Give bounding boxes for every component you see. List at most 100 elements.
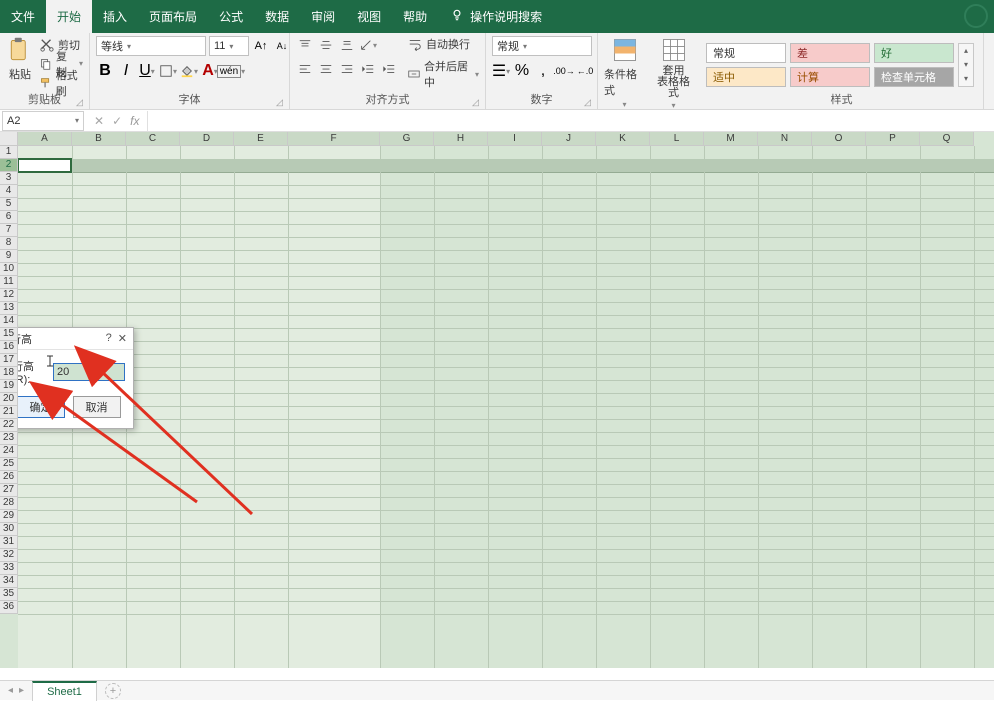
cancel-button[interactable]: 取消 xyxy=(73,396,121,418)
comma-button[interactable]: , xyxy=(534,62,552,80)
column-header-E[interactable]: E xyxy=(234,132,288,146)
ok-button[interactable]: 确定 xyxy=(17,396,65,418)
row-header-17[interactable]: 17 xyxy=(0,354,18,367)
sheet-nav-next[interactable]: ▸ xyxy=(19,685,24,696)
row-header-12[interactable]: 12 xyxy=(0,289,18,302)
row-header-10[interactable]: 10 xyxy=(0,263,18,276)
align-left-button[interactable] xyxy=(296,60,314,78)
row-header-34[interactable]: 34 xyxy=(0,575,18,588)
column-header-Q[interactable]: Q xyxy=(920,132,974,146)
cancel-formula-button[interactable]: ✕ xyxy=(94,114,104,128)
merge-center-button[interactable]: 合并后居中 ▾ xyxy=(408,58,479,90)
row-header-27[interactable]: 27 xyxy=(0,484,18,497)
row-header-24[interactable]: 24 xyxy=(0,445,18,458)
tab-formula[interactable]: 公式 xyxy=(208,0,254,33)
wrap-text-button[interactable]: 自动换行 xyxy=(408,36,479,52)
accounting-format-button[interactable]: ☰▾ xyxy=(492,62,510,80)
row-header-13[interactable]: 13 xyxy=(0,302,18,315)
column-header-I[interactable]: I xyxy=(488,132,542,146)
row-header-26[interactable]: 26 xyxy=(0,471,18,484)
row-header-4[interactable]: 4 xyxy=(0,185,18,198)
italic-button[interactable]: I xyxy=(117,62,135,80)
style-check[interactable]: 检查单元格 xyxy=(874,67,954,87)
tab-file[interactable]: 文件 xyxy=(0,0,46,33)
sheet-tab-active[interactable]: Sheet1 xyxy=(32,681,97,701)
tab-view[interactable]: 视图 xyxy=(346,0,392,33)
phonetic-button[interactable]: wén▾ xyxy=(222,62,240,80)
row-header-32[interactable]: 32 xyxy=(0,549,18,562)
column-header-O[interactable]: O xyxy=(812,132,866,146)
row-header-29[interactable]: 29 xyxy=(0,510,18,523)
row-header-16[interactable]: 16 xyxy=(0,341,18,354)
spreadsheet-grid[interactable]: ABCDEFGHIJKLMNOPQ 行高 ? ✕ 行高(R): 确定 取消 xyxy=(0,132,994,668)
paste-button[interactable]: 粘贴 xyxy=(6,36,34,82)
column-header-H[interactable]: H xyxy=(434,132,488,146)
style-gallery-more[interactable]: ▴ ▾ ▾ xyxy=(958,43,974,87)
number-format-combo[interactable]: 常规▾ xyxy=(492,36,592,56)
row-header-25[interactable]: 25 xyxy=(0,458,18,471)
clipboard-dialog-launcher[interactable]: ◿ xyxy=(76,97,86,107)
tab-data[interactable]: 数据 xyxy=(254,0,300,33)
alignment-dialog-launcher[interactable]: ◿ xyxy=(472,97,482,107)
font-size-combo[interactable]: 11▾ xyxy=(209,36,249,56)
column-header-F[interactable]: F xyxy=(288,132,380,146)
row-header-23[interactable]: 23 xyxy=(0,432,18,445)
style-bad[interactable]: 差 xyxy=(790,43,870,63)
style-good[interactable]: 好 xyxy=(874,43,954,63)
format-painter-button[interactable]: 格式刷 xyxy=(40,74,83,91)
enter-formula-button[interactable]: ✓ xyxy=(112,114,122,128)
row-header-1[interactable]: 1 xyxy=(0,146,18,159)
row-header-15[interactable]: 15 xyxy=(0,328,18,341)
decrease-font-button[interactable]: A↓ xyxy=(273,37,291,55)
increase-indent-button[interactable] xyxy=(380,60,398,78)
align-center-button[interactable] xyxy=(317,60,335,78)
column-header-A[interactable]: A xyxy=(18,132,72,146)
percent-button[interactable]: % xyxy=(513,62,531,80)
active-cell[interactable] xyxy=(17,158,72,173)
row-header-3[interactable]: 3 xyxy=(0,172,18,185)
row-header-2[interactable]: 2 xyxy=(0,159,18,172)
row-header-21[interactable]: 21 xyxy=(0,406,18,419)
dialog-titlebar[interactable]: 行高 ? ✕ xyxy=(4,328,133,350)
decrease-indent-button[interactable] xyxy=(359,60,377,78)
row-header-14[interactable]: 14 xyxy=(0,315,18,328)
sheet-nav-prev[interactable]: ◂ xyxy=(8,685,13,696)
row-header-6[interactable]: 6 xyxy=(0,211,18,224)
align-right-button[interactable] xyxy=(338,60,356,78)
column-header-M[interactable]: M xyxy=(704,132,758,146)
tab-insert[interactable]: 插入 xyxy=(92,0,138,33)
bold-button[interactable]: B xyxy=(96,62,114,80)
column-header-L[interactable]: L xyxy=(650,132,704,146)
align-middle-button[interactable] xyxy=(317,36,335,54)
row-header-19[interactable]: 19 xyxy=(0,380,18,393)
align-bottom-button[interactable] xyxy=(338,36,356,54)
row-header-33[interactable]: 33 xyxy=(0,562,18,575)
increase-decimal-button[interactable]: .00→ xyxy=(555,62,573,80)
row-height-input[interactable] xyxy=(53,363,125,381)
formula-bar[interactable] xyxy=(147,111,994,131)
column-header-J[interactable]: J xyxy=(542,132,596,146)
border-button[interactable]: ▾ xyxy=(159,62,177,80)
column-header-N[interactable]: N xyxy=(758,132,812,146)
tab-review[interactable]: 审阅 xyxy=(300,0,346,33)
tab-help[interactable]: 帮助 xyxy=(392,0,438,33)
tab-home[interactable]: 开始 xyxy=(46,0,92,33)
fx-icon[interactable]: fx xyxy=(130,114,139,128)
increase-font-button[interactable]: A↑ xyxy=(252,37,270,55)
font-dialog-launcher[interactable]: ◿ xyxy=(276,97,286,107)
number-dialog-launcher[interactable]: ◿ xyxy=(584,97,594,107)
style-gallery[interactable]: 常规 差 好 适中 计算 检查单元格 xyxy=(706,43,954,87)
row-header-36[interactable]: 36 xyxy=(0,601,18,614)
underline-button[interactable]: U▾ xyxy=(138,62,156,80)
row-header-35[interactable]: 35 xyxy=(0,588,18,601)
column-header-P[interactable]: P xyxy=(866,132,920,146)
align-top-button[interactable] xyxy=(296,36,314,54)
row-header-7[interactable]: 7 xyxy=(0,224,18,237)
column-header-K[interactable]: K xyxy=(596,132,650,146)
new-sheet-button[interactable]: + xyxy=(105,683,121,699)
name-box[interactable]: A2 ▾ xyxy=(2,111,84,131)
row-header-9[interactable]: 9 xyxy=(0,250,18,263)
row-header-20[interactable]: 20 xyxy=(0,393,18,406)
column-header-C[interactable]: C xyxy=(126,132,180,146)
decrease-decimal-button[interactable]: ←.0 xyxy=(576,62,594,80)
